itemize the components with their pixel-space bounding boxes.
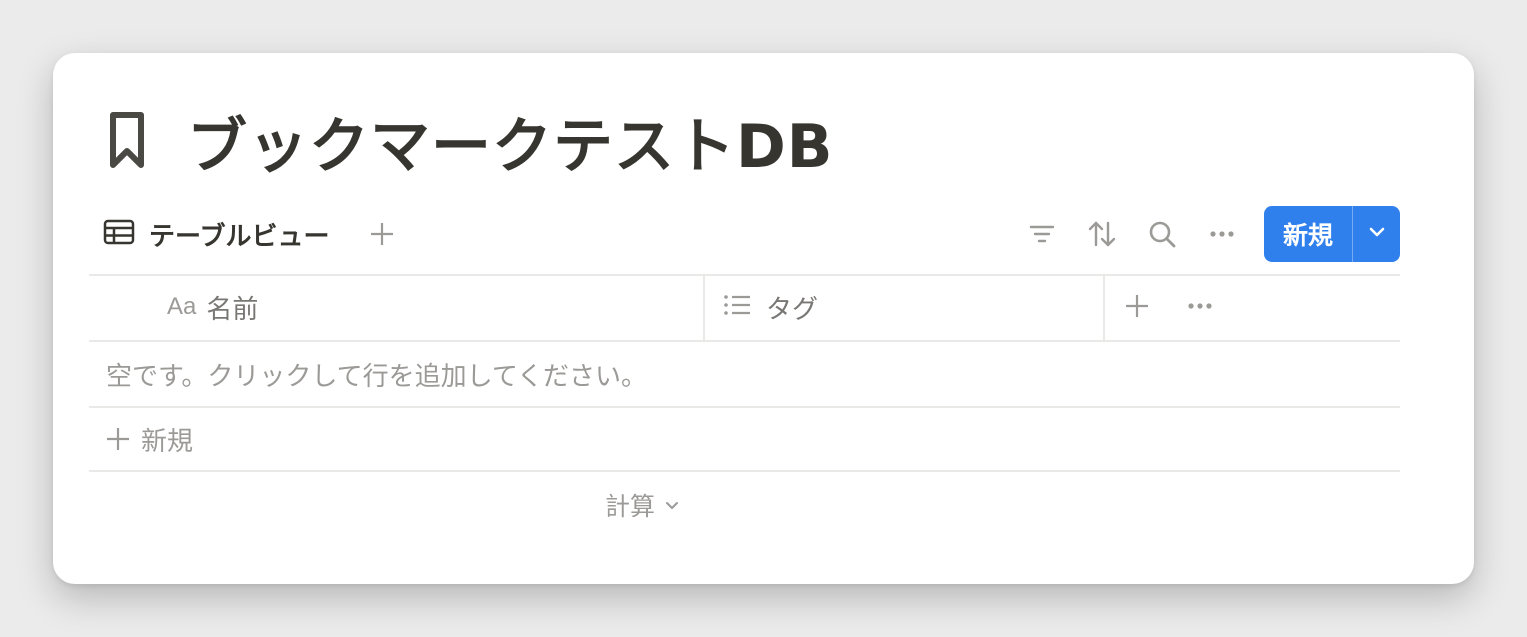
column-header-label: 名前 — [206, 294, 259, 325]
chevron-down-icon — [663, 496, 681, 514]
new-dropdown-button[interactable] — [1353, 206, 1400, 262]
column-header-tags[interactable]: タグ — [722, 274, 818, 340]
new-button[interactable]: 新規 — [1264, 206, 1352, 262]
view-tab-label: テーブルビュー — [149, 221, 330, 252]
more-horizontal-icon[interactable] — [1207, 219, 1237, 249]
column-divider[interactable] — [1103, 274, 1105, 340]
more-horizontal-icon[interactable] — [1185, 292, 1215, 320]
text-type-icon: Aa — [167, 293, 197, 320]
column-header-name[interactable]: Aa 名前 — [167, 274, 258, 340]
calculate-label: 計算 — [605, 492, 656, 521]
add-property-plus-icon[interactable] — [1123, 292, 1151, 320]
row-border — [89, 470, 1400, 472]
search-icon[interactable] — [1147, 219, 1177, 249]
database-toolbar: テーブルビュー 新規 — [89, 205, 1400, 263]
plus-icon — [105, 426, 131, 452]
add-row-button[interactable]: 新規 — [89, 408, 1400, 470]
new-button-group: 新規 — [1264, 206, 1400, 262]
database-card: ブックマークテストDB テーブルビュー 新規 Aa 名前 タグ 空です。クリック… — [53, 53, 1474, 584]
table-header-row: Aa 名前 タグ — [89, 274, 1400, 340]
calculate-button[interactable]: 計算 — [605, 475, 681, 535]
column-header-label: タグ — [766, 294, 819, 325]
filter-icon[interactable] — [1027, 219, 1057, 249]
empty-message: 空です。クリックして行を追加してください。 — [106, 361, 648, 392]
page-title[interactable]: ブックマークテストDB — [187, 98, 834, 185]
bookmark-icon[interactable] — [105, 109, 155, 173]
sort-icon[interactable] — [1087, 219, 1117, 249]
list-type-icon — [722, 292, 752, 322]
page-header: ブックマークテストDB — [105, 107, 834, 182]
plus-icon[interactable] — [367, 219, 397, 249]
tab-table-view[interactable]: テーブルビュー — [103, 205, 329, 263]
empty-table-placeholder[interactable]: 空です。クリックして行を追加してください。 — [89, 342, 1400, 406]
add-row-label: 新規 — [141, 426, 194, 457]
chevron-down-icon — [1366, 221, 1388, 247]
column-divider[interactable] — [703, 274, 705, 340]
table-icon — [103, 218, 135, 250]
